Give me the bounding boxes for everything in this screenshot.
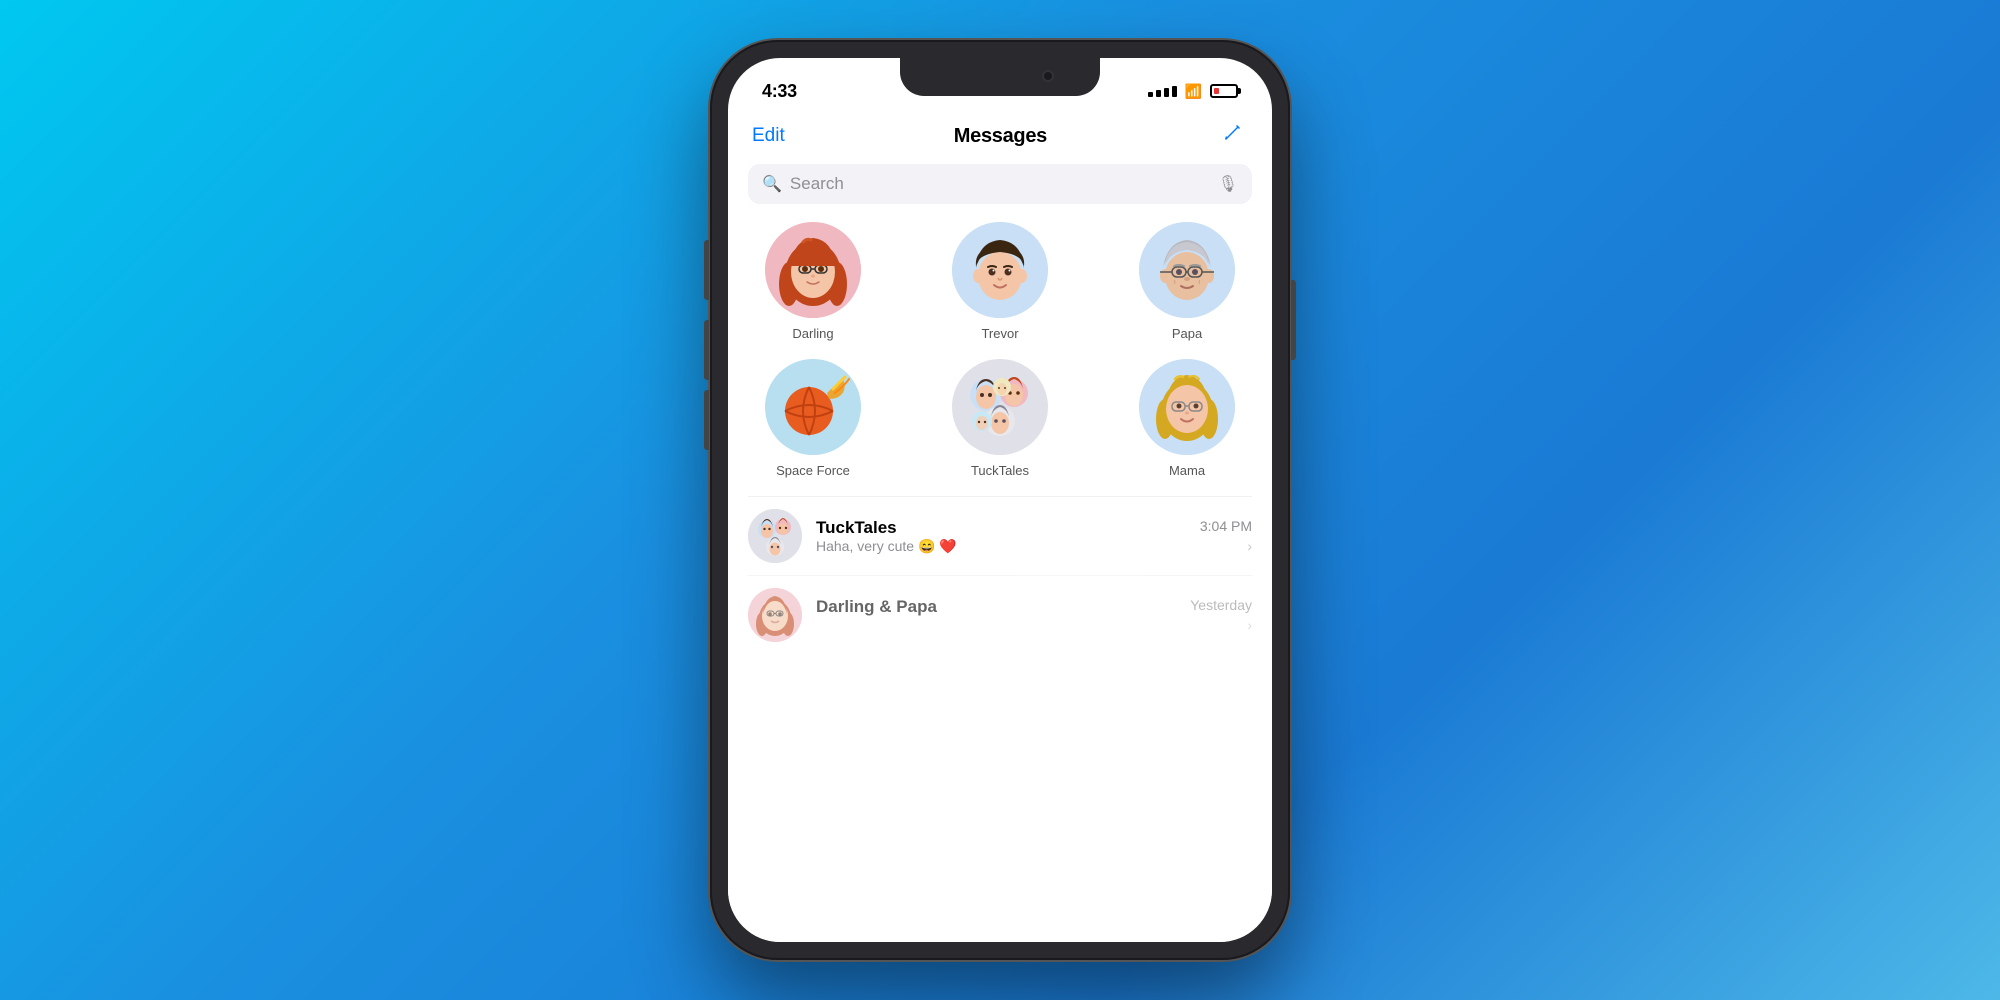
pinned-contact-trevor[interactable]: Trevor xyxy=(945,222,1055,341)
pinned-contact-mama[interactable]: Mama xyxy=(1132,359,1242,478)
avatar-spaceforce xyxy=(765,359,861,455)
message-item-tucktales[interactable]: TuckTales Haha, very cute 😄 ❤️ 3:04 PM › xyxy=(748,496,1252,575)
msg-time: 3:04 PM xyxy=(1200,518,1252,534)
pinned-contact-spaceforce[interactable]: Space Force xyxy=(758,359,868,478)
screen: 4:33 📶 xyxy=(728,58,1272,942)
phone-frame: 4:33 📶 xyxy=(710,40,1290,960)
avatar-mama xyxy=(1139,359,1235,455)
contact-name-tucktales: TuckTales xyxy=(971,463,1029,478)
contact-name-mama: Mama xyxy=(1169,463,1205,478)
notch xyxy=(900,58,1100,96)
camera-dot xyxy=(1042,70,1054,82)
msg-avatar-tucktales xyxy=(748,509,802,563)
phone-body: 4:33 📶 xyxy=(710,40,1290,960)
pinned-contacts-row2: Space Force xyxy=(748,359,1252,478)
compose-icon xyxy=(1221,122,1243,150)
message-item-darling-papa[interactable]: Darling & Papa Yesterday › xyxy=(748,575,1252,654)
contact-name-spaceforce: Space Force xyxy=(776,463,850,478)
msg-sender-name: TuckTales xyxy=(816,518,1186,538)
pinned-contact-papa[interactable]: Papa xyxy=(1132,222,1242,341)
msg-meta-tucktales: 3:04 PM › xyxy=(1200,518,1252,554)
msg-meta-darling: Yesterday › xyxy=(1190,597,1252,633)
msg-preview-text: Haha, very cute 😄 ❤️ xyxy=(816,538,1186,555)
pinned-contact-darling[interactable]: Darling xyxy=(758,222,868,341)
contact-name-darling: Darling xyxy=(792,326,833,341)
avatar-darling xyxy=(765,222,861,318)
search-bar[interactable]: 🔍 Search 🎙 xyxy=(748,164,1252,204)
msg-avatar-darling-papa xyxy=(748,588,802,642)
page-title: Messages xyxy=(954,125,1047,148)
microphone-icon[interactable]: 🎙 xyxy=(1218,174,1238,194)
status-time: 4:33 xyxy=(762,81,797,102)
avatar-papa xyxy=(1139,222,1235,318)
pinned-contact-tucktales[interactable]: TuckTales xyxy=(945,359,1055,478)
contact-name-papa: Papa xyxy=(1172,326,1202,341)
msg-content-tucktales: TuckTales Haha, very cute 😄 ❤️ xyxy=(816,518,1186,555)
chevron-right-icon-2: › xyxy=(1247,617,1252,633)
app-header: Edit Messages xyxy=(748,110,1252,164)
edit-button[interactable]: Edit xyxy=(752,125,785,147)
status-icons: 📶 xyxy=(1148,83,1238,100)
search-icon: 🔍 xyxy=(762,174,782,194)
msg-preview-text-2 xyxy=(816,617,1176,633)
contact-name-trevor: Trevor xyxy=(981,326,1018,341)
wifi-icon: 📶 xyxy=(1185,83,1202,100)
chevron-right-icon: › xyxy=(1247,538,1252,554)
avatar-tucktales xyxy=(952,359,1048,455)
compose-button[interactable] xyxy=(1216,120,1248,152)
pinned-contacts-row1: Darling xyxy=(748,222,1252,341)
msg-time-2: Yesterday xyxy=(1190,597,1252,613)
search-placeholder: Search xyxy=(790,174,1210,194)
msg-content-darling-papa: Darling & Papa xyxy=(816,597,1176,633)
avatar-trevor xyxy=(952,222,1048,318)
msg-sender-name-2: Darling & Papa xyxy=(816,597,1176,617)
battery-icon xyxy=(1210,84,1238,98)
signal-icon xyxy=(1148,86,1177,97)
messages-app: Edit Messages xyxy=(728,110,1272,942)
